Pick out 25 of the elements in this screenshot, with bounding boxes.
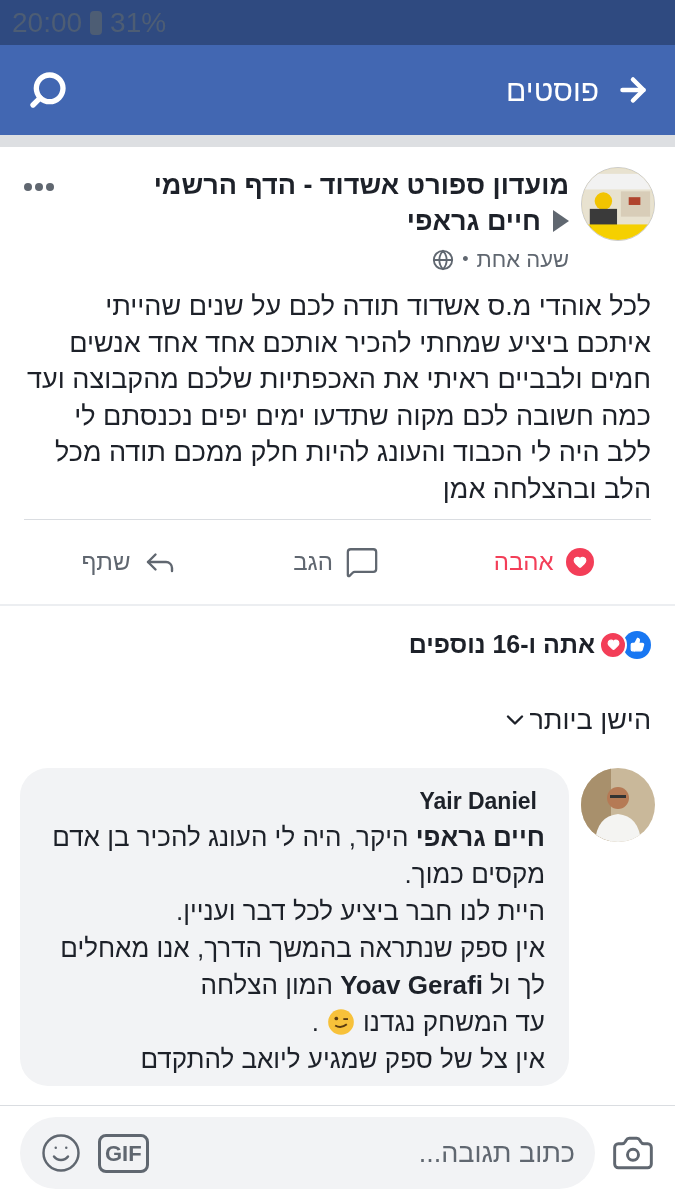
comment-text: עד המשחק נגדנו — [363, 1005, 545, 1039]
post-text: לכל אוהדי מ.ס אשדוד תודה לכם על שנים שהייתי איתכם ביציע שמחתי להכיר אותכם אחד אחד אנשים חמים ולבביים ראיתי את האכפתיות שלכם מהקבוצה ועד כמה חשובה לכם מקוה שתדעו ימים יפים נכנסתם לי ללב היה לי הכבוד והעונג להיות חלק ממכם תודה מכל הלב ובהצלחה אמן — [26, 290, 652, 506]
speech-bubble-icon — [344, 545, 379, 579]
gif-button[interactable]: GIF — [98, 1133, 149, 1173]
reply-input[interactable]: כתוב תגובה... — [164, 1132, 575, 1174]
battery-icon — [90, 10, 103, 35]
more-icon — [24, 183, 54, 191]
page-name[interactable]: מועדון ספורט אשדוד - הדף הרשמי — [70, 167, 569, 203]
emoji-icon[interactable] — [40, 1132, 82, 1174]
share-button[interactable]: שתף — [81, 544, 179, 580]
winking-face-icon — [327, 1008, 356, 1036]
triangle-icon — [553, 210, 569, 232]
like-reaction-icon — [623, 630, 651, 659]
comment-author[interactable]: Yair Daniel — [44, 784, 545, 819]
comment-text: אין צל של ספק שמגיע ליואב להתקדם — [139, 1042, 545, 1076]
post-time: שעה אחת — [476, 246, 569, 274]
love-button[interactable]: אהבה — [493, 544, 594, 580]
reactions-summary[interactable]: אתה ו-16 נוספים — [408, 626, 595, 664]
globe-icon — [432, 248, 455, 271]
comment-text: . — [311, 1005, 320, 1039]
dot-separator: • — [462, 248, 469, 271]
header-title: פוסטים — [505, 72, 599, 109]
sort-dropdown[interactable]: הישן ביותר — [501, 699, 651, 740]
author-name[interactable]: חיים גראפי — [406, 203, 541, 239]
comment-button[interactable]: הגב — [293, 544, 379, 580]
